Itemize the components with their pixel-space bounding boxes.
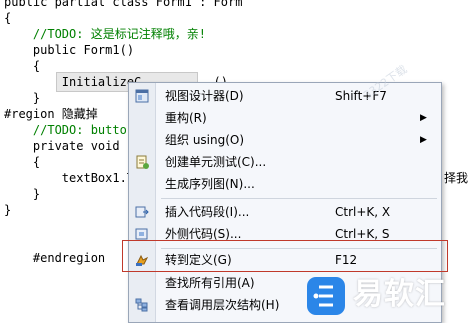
logo-mark-icon (307, 277, 345, 315)
surround-with-icon (135, 227, 149, 241)
code-line-13: } (4, 187, 41, 201)
menu-item-view-designer[interactable]: 视图设计器(D) Shift+F7 (129, 85, 441, 107)
insert-snippet-icon (135, 205, 149, 219)
site-logo: 易软汇 (303, 271, 471, 319)
menu-item-generate-sequence[interactable]: 生成序列图(N)... (129, 173, 441, 195)
menu-item-label: 查看调用层次结构(H) (165, 298, 280, 312)
menu-item-refactor[interactable]: 重构(R) ▶ (129, 107, 441, 129)
menu-item-label: 视图设计器(D) (165, 89, 244, 103)
unit-test-icon (135, 155, 149, 169)
code-line-11: { (4, 155, 41, 169)
view-designer-icon (135, 89, 149, 103)
code-line-todo-button: //TODO: button (4, 123, 135, 137)
menu-item-label: 创建单元测试(C)... (165, 155, 267, 169)
code-line-todo-comment: //TODO: 这是标记注释哦，亲! (4, 27, 206, 41)
menu-item-label: 插入代码段(I)... (165, 205, 250, 219)
code-line-region: #region 隐藏掉 (4, 107, 98, 121)
code-line-1: public partial class Form1 : Form (4, 0, 243, 9)
menu-item-label: 组织 using(O) (165, 133, 245, 147)
code-line-endregion: #endregion (4, 251, 106, 265)
menu-item-shortcut: Ctrl+K, X (335, 205, 391, 219)
menu-item-label: 重构(R) (165, 111, 207, 125)
code-line-7: } (4, 91, 41, 105)
code-line-textbox: textBox1.T (4, 171, 135, 185)
submenu-arrow-icon: ▶ (420, 113, 427, 123)
code-line-14: } (4, 203, 12, 217)
annotation-highlight-box (122, 240, 448, 272)
code-line-private-void: private void bu (4, 139, 142, 153)
logo-text: 易软汇 (353, 277, 446, 312)
call-hierarchy-icon (135, 298, 149, 312)
code-line-5: { (4, 59, 41, 73)
code-line-ctor: public Form1() (4, 43, 135, 57)
code-line-2: { (4, 11, 12, 25)
menu-separator (161, 198, 437, 199)
menu-item-create-unit-tests[interactable]: 创建单元测试(C)... (129, 151, 441, 173)
menu-item-label: 查找所有引用(A) (165, 276, 255, 290)
menu-item-insert-snippet[interactable]: 插入代码段(I)... Ctrl+K, X (129, 201, 441, 223)
menu-item-organize-using[interactable]: 组织 using(O) ▶ (129, 129, 441, 151)
code-line-fragment-right: 择我 (444, 171, 469, 185)
menu-item-label: 生成序列图(N)... (165, 177, 255, 191)
submenu-arrow-icon: ▶ (420, 135, 427, 145)
